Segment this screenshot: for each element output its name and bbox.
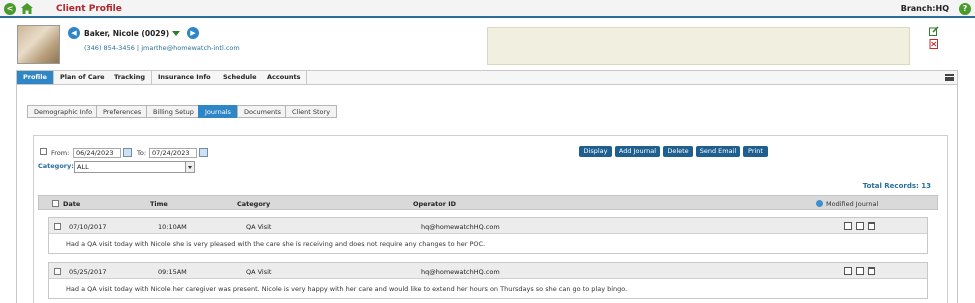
tab-schedule[interactable]: Schedule <box>217 71 264 84</box>
client-photo <box>17 25 60 64</box>
main-tab-bar: Profile Plan of Care Tracking Insurance … <box>16 70 958 85</box>
column-time[interactable]: Time <box>150 200 168 208</box>
tab-plan-of-care[interactable]: Plan of Care <box>54 71 112 84</box>
entry-date: 05/25/2017 <box>69 268 107 276</box>
client-phone[interactable]: (346) 854-3456 <box>84 44 135 52</box>
contact-separator: | <box>136 44 140 52</box>
subtab-demographic-info[interactable]: Demographic Info <box>27 105 100 118</box>
delete-button[interactable]: Delete <box>663 146 693 157</box>
client-name: Baker, Nicole (0029) <box>84 29 170 38</box>
edit-client-icon[interactable] <box>929 26 939 36</box>
from-date-input[interactable]: 06/24/2023 <box>73 148 121 158</box>
from-label: From: <box>51 149 70 157</box>
next-client-icon[interactable]: ▶ <box>187 27 199 39</box>
subtab-preferences[interactable]: Preferences <box>96 105 149 118</box>
entry-operator: hq@homewatchHQ.com <box>421 268 500 276</box>
chevron-down-icon[interactable] <box>185 162 194 172</box>
trash-icon[interactable] <box>868 222 875 230</box>
view-icon[interactable] <box>856 222 864 230</box>
journal-table-header: Date Time Category Operator ID Modified … <box>38 195 938 210</box>
entry-operator: hq@homewatchHQ.com <box>421 223 500 231</box>
category-select[interactable]: ALL <box>74 161 195 173</box>
total-records: Total Records: 13 <box>862 182 931 190</box>
entry-note: Had a QA visit today with Nicole she is … <box>66 240 486 248</box>
edit-icon[interactable] <box>844 267 852 275</box>
category-label: Category: <box>38 162 74 170</box>
add-journal-button[interactable]: Add Journal <box>615 146 660 157</box>
client-alert-box <box>487 27 910 65</box>
journal-entry: 05/25/2017 09:15AM QA Visit hq@homewatch… <box>48 262 928 299</box>
tab-accounts[interactable]: Accounts <box>261 71 308 84</box>
column-operator-id[interactable]: Operator ID <box>413 200 456 208</box>
app-header: < Client Profile Branch:HQ ? <box>0 0 975 18</box>
subtab-journals[interactable]: Journals <box>198 105 238 118</box>
entry-date: 07/10/2017 <box>69 223 107 231</box>
column-category[interactable]: Category <box>237 200 270 208</box>
edit-icon[interactable] <box>844 222 852 230</box>
pdf-icon[interactable] <box>929 39 939 49</box>
date-filter-checkbox[interactable] <box>40 148 47 155</box>
subtab-client-story[interactable]: Client Story <box>285 105 338 118</box>
send-email-button[interactable]: Send Email <box>696 146 740 157</box>
client-contact: (346) 854-3456 | jmarthe@homewatch-intl.… <box>84 44 240 52</box>
journal-entry-header: 05/25/2017 09:15AM QA Visit hq@homewatch… <box>49 263 927 279</box>
home-icon[interactable] <box>21 3 33 14</box>
client-email[interactable]: jmarthe@homewatch-intl.com <box>141 44 240 52</box>
to-calendar-icon[interactable] <box>199 148 208 157</box>
to-label: To: <box>137 149 147 157</box>
to-date-input[interactable]: 07/24/2023 <box>149 148 197 158</box>
from-calendar-icon[interactable] <box>123 148 132 157</box>
help-icon[interactable]: ? <box>959 3 971 15</box>
select-all-checkbox[interactable] <box>52 200 59 207</box>
client-dropdown-icon[interactable] <box>172 31 180 36</box>
entry-category: QA Visit <box>246 223 272 231</box>
subtab-billing-setup[interactable]: Billing Setup <box>146 105 201 118</box>
tab-insurance-info[interactable]: Insurance Info <box>152 71 218 84</box>
view-icon[interactable] <box>856 267 864 275</box>
journal-entry-header: 07/10/2017 10:10AM QA Visit hq@homewatch… <box>49 218 927 234</box>
column-date[interactable]: Date <box>63 200 80 208</box>
page-title: Client Profile <box>56 4 122 14</box>
display-button[interactable]: Display <box>579 146 612 157</box>
category-value: ALL <box>77 163 89 171</box>
subtab-documents[interactable]: Documents <box>237 105 289 118</box>
menu-icon[interactable] <box>945 74 954 81</box>
journal-entry: 07/10/2017 10:10AM QA Visit hq@homewatch… <box>48 217 928 254</box>
entry-note: Had a QA visit today with Nicole her car… <box>66 285 628 293</box>
prev-client-icon[interactable]: ◀ <box>68 27 80 39</box>
tab-tracking[interactable]: Tracking <box>108 71 152 84</box>
back-icon[interactable]: < <box>4 3 16 15</box>
modified-journal-icon <box>816 200 823 207</box>
entry-time: 09:15AM <box>158 268 187 276</box>
entry-time: 10:10AM <box>158 223 187 231</box>
row-checkbox[interactable] <box>54 268 61 275</box>
row-checkbox[interactable] <box>54 223 61 230</box>
entry-category: QA Visit <box>246 268 272 276</box>
print-button[interactable]: Print <box>743 146 768 157</box>
tab-profile[interactable]: Profile <box>17 71 54 84</box>
branch-label: Branch:HQ <box>900 4 949 13</box>
modified-journal-legend: Modified Journal <box>826 200 879 208</box>
trash-icon[interactable] <box>868 267 875 275</box>
